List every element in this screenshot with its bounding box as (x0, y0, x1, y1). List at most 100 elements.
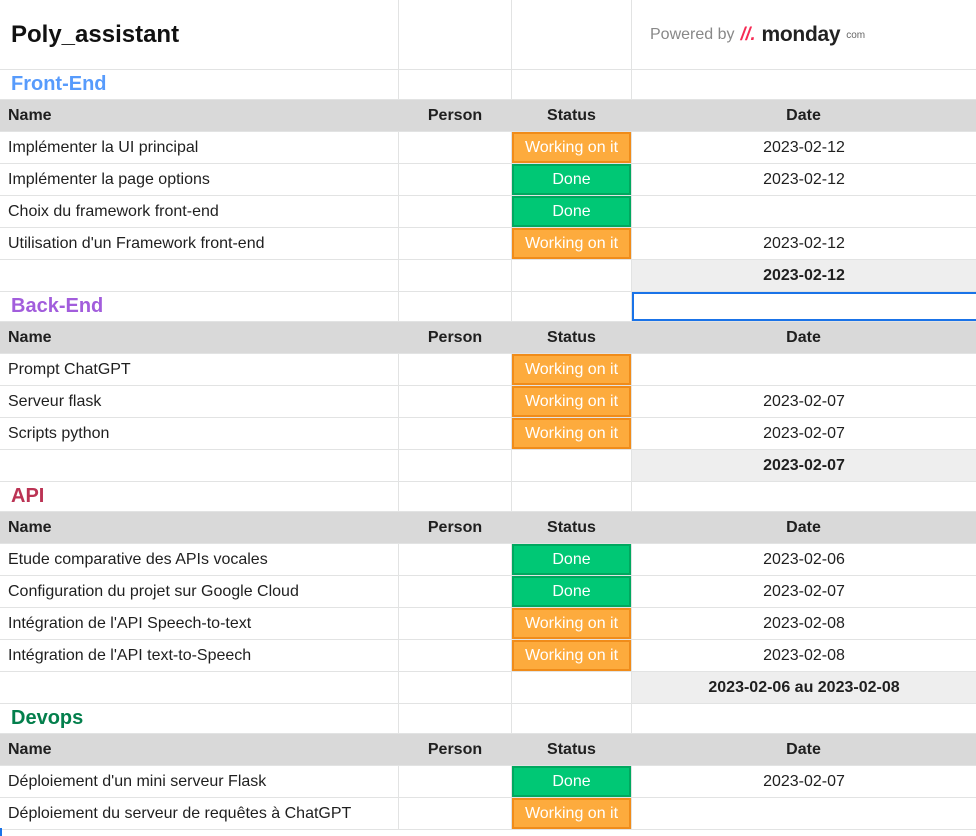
status-badge[interactable]: Done (512, 196, 631, 227)
item-person[interactable] (399, 798, 512, 829)
item-person[interactable] (399, 418, 512, 449)
status-badge[interactable]: Working on it (512, 640, 631, 671)
column-header-date[interactable]: Date (632, 734, 976, 765)
status-badge[interactable]: Done (512, 164, 631, 195)
item-date[interactable]: 2023-02-07 (632, 576, 976, 607)
item-name[interactable]: Implémenter la UI principal (0, 132, 399, 163)
item-name[interactable]: Intégration de l'API text-to-Speech (0, 640, 399, 671)
item-person[interactable] (399, 576, 512, 607)
empty-cell[interactable] (0, 450, 399, 481)
empty-cell[interactable] (399, 450, 512, 481)
group-title[interactable]: Devops (0, 704, 399, 733)
column-header-date[interactable]: Date (632, 512, 976, 543)
status-badge[interactable]: Working on it (512, 418, 631, 449)
item-person[interactable] (399, 766, 512, 797)
empty-cell[interactable] (399, 292, 512, 321)
group-title[interactable]: Back-End (0, 292, 399, 321)
empty-cell[interactable] (632, 704, 976, 733)
group-title[interactable]: Front-End (0, 70, 399, 99)
status-badge[interactable]: Working on it (512, 354, 631, 385)
item-name[interactable]: Déploiement du serveur de requêtes à Cha… (0, 798, 399, 829)
item-name[interactable]: Etude comparative des APIs vocales (0, 544, 399, 575)
item-date[interactable]: 2023-02-07 (632, 418, 976, 449)
board-title[interactable]: Poly_assistant (0, 0, 399, 69)
item-date[interactable]: 2023-02-06 (632, 544, 976, 575)
empty-cell[interactable] (632, 292, 976, 321)
empty-cell[interactable] (512, 260, 632, 291)
column-header-name[interactable]: Name (0, 100, 399, 131)
status-badge[interactable]: Done (512, 544, 631, 575)
item-name[interactable]: Serveur flask (0, 386, 399, 417)
status-badge[interactable]: Working on it (512, 608, 631, 639)
item-person[interactable] (399, 354, 512, 385)
item-person[interactable] (399, 196, 512, 227)
item-person[interactable] (399, 640, 512, 671)
item-status-cell[interactable]: Done (512, 766, 632, 797)
item-date[interactable] (632, 196, 976, 227)
empty-cell[interactable] (632, 482, 976, 511)
item-person[interactable] (399, 164, 512, 195)
item-date[interactable] (632, 354, 976, 385)
status-badge[interactable]: Working on it (512, 132, 631, 163)
item-name[interactable]: Prompt ChatGPT (0, 354, 399, 385)
item-date[interactable]: 2023-02-12 (632, 132, 976, 163)
empty-cell[interactable] (0, 672, 399, 703)
column-header-name[interactable]: Name (0, 322, 399, 353)
column-header-status[interactable]: Status (512, 734, 632, 765)
item-date[interactable]: 2023-02-08 (632, 640, 976, 671)
group-title[interactable]: API (0, 482, 399, 511)
item-person[interactable] (399, 544, 512, 575)
item-name[interactable]: Utilisation d'un Framework front-end (0, 228, 399, 259)
item-date[interactable]: 2023-02-08 (632, 608, 976, 639)
item-status-cell[interactable]: Working on it (512, 640, 632, 671)
column-header-person[interactable]: Person (399, 322, 512, 353)
empty-cell[interactable] (512, 672, 632, 703)
column-header-date[interactable]: Date (632, 322, 976, 353)
empty-cell[interactable] (0, 260, 399, 291)
empty-cell[interactable] (512, 704, 632, 733)
item-status-cell[interactable]: Working on it (512, 354, 632, 385)
item-status-cell[interactable]: Working on it (512, 132, 632, 163)
item-status-cell[interactable]: Working on it (512, 608, 632, 639)
column-header-name[interactable]: Name (0, 512, 399, 543)
item-date[interactable] (632, 798, 976, 829)
column-header-name[interactable]: Name (0, 734, 399, 765)
item-status-cell[interactable]: Done (512, 544, 632, 575)
item-status-cell[interactable]: Done (512, 196, 632, 227)
item-date[interactable]: 2023-02-12 (632, 164, 976, 195)
empty-cell[interactable] (512, 450, 632, 481)
empty-cell[interactable] (399, 482, 512, 511)
item-person[interactable] (399, 608, 512, 639)
item-name[interactable]: Intégration de l'API Speech-to-text (0, 608, 399, 639)
column-header-person[interactable]: Person (399, 100, 512, 131)
empty-cell[interactable] (399, 704, 512, 733)
empty-cell[interactable] (399, 672, 512, 703)
status-badge[interactable]: Working on it (512, 798, 631, 829)
empty-cell[interactable] (399, 260, 512, 291)
empty-cell[interactable] (512, 482, 632, 511)
item-status-cell[interactable]: Working on it (512, 386, 632, 417)
item-person[interactable] (399, 386, 512, 417)
column-header-status[interactable]: Status (512, 322, 632, 353)
item-name[interactable]: Scripts python (0, 418, 399, 449)
item-name[interactable]: Implémenter la page options (0, 164, 399, 195)
column-header-person[interactable]: Person (399, 734, 512, 765)
empty-cell[interactable] (632, 70, 976, 99)
column-header-status[interactable]: Status (512, 100, 632, 131)
item-name[interactable]: Configuration du projet sur Google Cloud (0, 576, 399, 607)
item-status-cell[interactable]: Done (512, 164, 632, 195)
empty-cell[interactable] (512, 0, 632, 69)
empty-cell[interactable] (399, 0, 512, 69)
item-status-cell[interactable]: Working on it (512, 418, 632, 449)
status-badge[interactable]: Working on it (512, 228, 631, 259)
item-name[interactable]: Déploiement d'un mini serveur Flask (0, 766, 399, 797)
item-status-cell[interactable]: Working on it (512, 228, 632, 259)
status-badge[interactable]: Working on it (512, 386, 631, 417)
item-date[interactable]: 2023-02-12 (632, 228, 976, 259)
item-status-cell[interactable]: Done (512, 576, 632, 607)
item-date[interactable]: 2023-02-07 (632, 766, 976, 797)
item-date[interactable]: 2023-02-07 (632, 386, 976, 417)
status-badge[interactable]: Done (512, 576, 631, 607)
column-header-date[interactable]: Date (632, 100, 976, 131)
item-person[interactable] (399, 228, 512, 259)
